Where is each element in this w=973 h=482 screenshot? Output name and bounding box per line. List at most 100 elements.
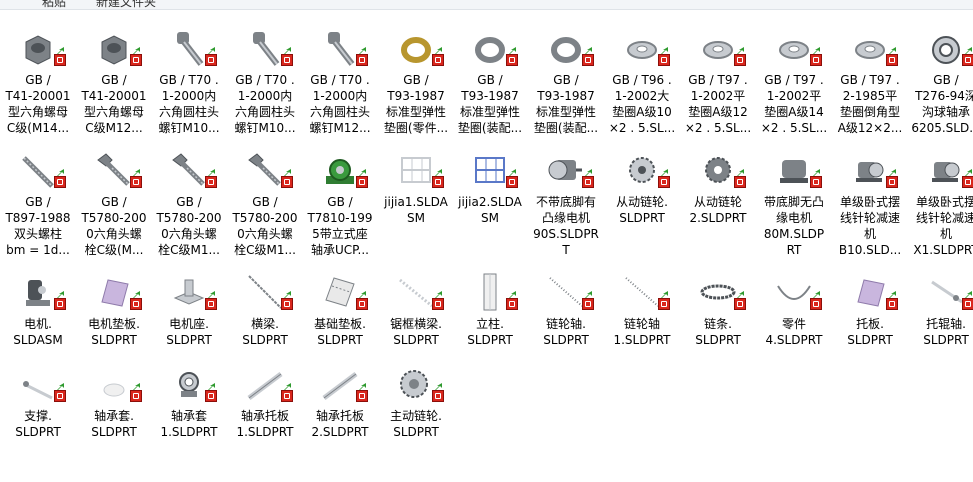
file-item[interactable]: GB / T93-1987 标准型弹性 垫圈(装配... [452, 28, 528, 146]
solidworks-badge-icon [281, 390, 293, 402]
solidworks-badge-icon [130, 176, 142, 188]
spring-washer-icon [551, 37, 581, 63]
file-item[interactable]: 带底脚无凸 缘电机 80M.SLDP RT [756, 150, 832, 268]
file-thumbnail [18, 150, 66, 190]
file-item[interactable]: 主动链轮. SLDPRT [378, 364, 454, 482]
file-thumbnail [18, 364, 66, 404]
beam-icon [248, 275, 282, 309]
file-item[interactable]: GB / T897-1988 双头螺柱 bm = 1d... [0, 150, 76, 268]
file-item[interactable]: 立柱. SLDPRT [452, 272, 528, 390]
file-name-label: GB / T97 . 2-1985平 垫圈倒角型 A级12×2... [837, 73, 903, 135]
solidworks-badge-icon [356, 298, 368, 310]
file-name-label: 主动链轮. SLDPRT [390, 409, 442, 439]
file-item[interactable]: GB / T97 . 2-1985平 垫圈倒角型 A级12×2... [832, 28, 908, 146]
spring-washer-icon [475, 37, 505, 63]
file-item[interactable]: GB / T97 . 1-2002平 垫圈A级12 ×2 . 5.SL... [680, 28, 756, 146]
file-item[interactable]: GB / T96 . 1-2002大 垫圈A级10 ×2 . 5.SL... [604, 28, 680, 146]
file-item[interactable]: 轴承套. SLDPRT [76, 364, 152, 482]
reducer-icon [932, 162, 960, 182]
file-name-label: jijia2.SLDA SM [458, 195, 522, 225]
file-name-label: 带底脚无凸 缘电机 80M.SLDP RT [763, 195, 825, 257]
solidworks-badge-icon [356, 176, 368, 188]
file-item[interactable]: GB / T5780-200 0六角头螺 栓C级(M... [76, 150, 152, 268]
solidworks-badge-icon [886, 298, 898, 310]
hex-bolt-icon [248, 153, 281, 186]
file-name-label: 从动链轮. SLDPRT [616, 195, 668, 225]
file-item[interactable]: 链条. SLDPRT [680, 272, 756, 390]
sprocket-icon [629, 157, 655, 183]
file-item[interactable]: 从动链轮 2.SLDPRT [680, 150, 756, 268]
file-item[interactable]: 单级卧式摆 线针轮减速 机 B10.SLD... [832, 150, 908, 268]
reducer-icon [856, 162, 884, 182]
file-item[interactable]: GB / T70 . 1-2000内 六角圆柱头 螺钉M10... [151, 28, 227, 146]
file-item[interactable]: 托辊轴. SLDPRT [908, 272, 973, 390]
file-item[interactable]: 不带底脚有 凸缘电机 90S.SLDPR T [528, 150, 604, 268]
file-thumbnail [94, 272, 142, 312]
file-item[interactable]: GB / T5780-200 0六角头螺 栓C级M1... [151, 150, 227, 268]
saw-beam-icon [399, 278, 433, 308]
drive-sprocket-icon [400, 370, 428, 398]
solidworks-badge-icon [886, 176, 898, 188]
plate-purple-icon [101, 279, 129, 307]
file-item[interactable]: GB / T41-20001 型六角螺母 C级M12... [76, 28, 152, 146]
solidworks-badge-icon [582, 298, 594, 310]
file-item[interactable]: GB / T93-1987 标准型弹性 垫圈(零件... [378, 28, 454, 146]
file-item[interactable]: GB / T276-94深 沟球轴承 6205.SLD... [908, 28, 973, 146]
hex-nut-icon [25, 35, 51, 65]
file-item[interactable]: GB / T97 . 1-2002平 垫圈A级14 ×2 . 5.SL... [756, 28, 832, 146]
file-item[interactable]: 轴承托板 1.SLDPRT [227, 364, 303, 482]
file-item[interactable]: jijia2.SLDA SM [452, 150, 528, 268]
file-item[interactable]: 零件 4.SLDPRT [756, 272, 832, 390]
file-item[interactable]: 链轮轴 1.SLDPRT [604, 272, 680, 390]
motor-assembly-icon [26, 280, 50, 306]
chain-icon [700, 284, 736, 300]
file-thumbnail [698, 272, 746, 312]
file-name-label: 零件 4.SLDPRT [765, 317, 823, 347]
solidworks-badge-icon [432, 390, 444, 402]
file-thumbnail [18, 28, 66, 68]
file-item[interactable]: GB / T5780-200 0六角头螺 栓C级M1... [227, 150, 303, 268]
file-thumbnail [622, 150, 670, 190]
solidworks-badge-icon [810, 298, 822, 310]
file-item[interactable]: 单级卧式摆 线针轮减速 机 X1.SLDPRT [908, 150, 973, 268]
file-thumbnail [470, 150, 518, 190]
file-icon-grid: GB / T41-20001 型六角螺母 C级(M14... GB / T41-2… [0, 0, 973, 445]
file-item[interactable]: GB / T7810-199 5带立式座 轴承UCP... [302, 150, 378, 268]
socket-screw-icon [177, 32, 204, 66]
file-item[interactable]: GB / T93-1987 标准型弹性 垫圈(装配... [528, 28, 604, 146]
file-item[interactable]: jijia1.SLDA SM [378, 150, 454, 268]
file-item[interactable]: 支撑. SLDPRT [0, 364, 76, 482]
solidworks-badge-icon [205, 298, 217, 310]
solidworks-badge-icon [356, 390, 368, 402]
file-name-label: 电机. SLDASM [13, 317, 63, 347]
file-item[interactable]: GB / T70 . 1-2000内 六角圆柱头 螺钉M10... [227, 28, 303, 146]
file-name-label: 锯框横梁. SLDPRT [390, 317, 442, 347]
file-name-label: GB / T70 . 1-2000内 六角圆柱头 螺钉M10... [158, 73, 220, 135]
file-thumbnail [320, 28, 368, 68]
file-item[interactable]: 从动链轮. SLDPRT [604, 150, 680, 268]
file-thumbnail [245, 364, 293, 404]
file-item[interactable]: GB / T41-20001 型六角螺母 C级(M14... [0, 28, 76, 146]
file-item[interactable]: GB / T70 . 1-2000内 六角圆柱头 螺钉M12... [302, 28, 378, 146]
file-name-label: 从动链轮 2.SLDPRT [689, 195, 747, 225]
file-thumbnail [622, 28, 670, 68]
file-item[interactable]: 轴承套 1.SLDPRT [151, 364, 227, 482]
solidworks-badge-icon [734, 176, 746, 188]
file-item[interactable]: 托板. SLDPRT [832, 272, 908, 390]
file-thumbnail [169, 272, 217, 312]
file-name-label: GB / T5780-200 0六角头螺 栓C级(M... [81, 195, 147, 257]
bearing-sleeve-ring-icon [179, 372, 199, 397]
solidworks-badge-icon [432, 298, 444, 310]
file-thumbnail [320, 150, 368, 190]
file-thumbnail [850, 150, 898, 190]
frame-assembly-blue-icon [475, 157, 505, 183]
solidworks-badge-icon [962, 298, 973, 310]
file-item[interactable]: 链轮轴. SLDPRT [528, 272, 604, 390]
file-item[interactable]: 轴承托板 2.SLDPRT [302, 364, 378, 482]
file-name-label: jijia1.SLDA SM [384, 195, 448, 225]
solidworks-badge-icon [54, 176, 66, 188]
solidworks-badge-icon [658, 54, 670, 66]
solidworks-badge-icon [962, 176, 973, 188]
foot-motor-icon [780, 160, 808, 183]
motor-base-icon [173, 279, 205, 305]
